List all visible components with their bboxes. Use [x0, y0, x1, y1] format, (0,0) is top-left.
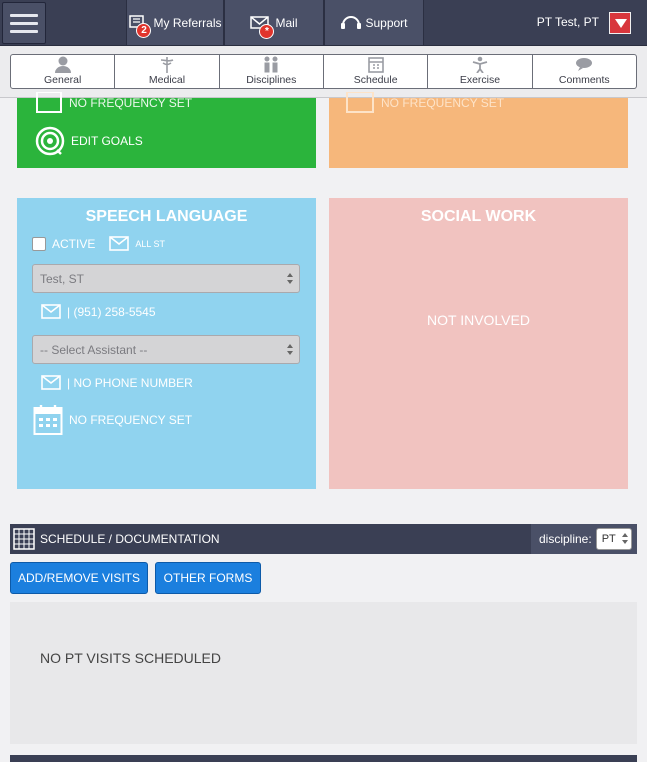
discipline-label: discipline:: [539, 532, 592, 546]
assistant-phone-row: | NO PHONE NUMBER: [41, 375, 193, 390]
mail-label: Mail: [275, 15, 298, 30]
edit-goals-label: EDIT GOALS: [71, 134, 143, 148]
next-section-header: [10, 755, 637, 762]
headset-icon: [340, 14, 362, 32]
my-referrals-button[interactable]: 2 My Referrals: [126, 0, 224, 45]
tab-label: Exercise: [459, 74, 501, 86]
schedule-title: SCHEDULE / DOCUMENTATION: [40, 532, 220, 546]
hamburger-line: [10, 13, 38, 17]
calendar-icon: [36, 92, 62, 113]
tab-label: Medical: [148, 74, 186, 86]
discipline-value: PT: [601, 533, 616, 545]
patient-tabstrip: General Medical Disciplines Schedule Exe…: [0, 46, 647, 98]
mail-icon[interactable]: [41, 304, 61, 319]
assistant-select[interactable]: -- Select Assistant --: [32, 335, 300, 364]
referrals-badge: 2: [136, 22, 152, 38]
mail-button[interactable]: * Mail: [224, 0, 324, 45]
mail-badge: *: [259, 23, 275, 39]
calendar-icon: [33, 405, 63, 435]
support-button[interactable]: Support: [324, 0, 424, 45]
hamburger-line: [10, 29, 38, 33]
speech-language-card: SPEECH LANGUAGE ACTIVE ALL ST Test, ST |…: [17, 198, 316, 489]
schedule-grid-icon: [13, 528, 35, 550]
assistant-phone: | NO PHONE NUMBER: [67, 375, 193, 390]
frequency-text: NO FREQUENCY SET: [69, 413, 193, 427]
patient-tabs: General Medical Disciplines Schedule Exe…: [10, 54, 637, 89]
tab-general[interactable]: General: [11, 55, 116, 88]
user-menu-dropdown-icon[interactable]: [609, 12, 631, 34]
people-icon: [264, 56, 278, 73]
tab-schedule[interactable]: Schedule: [324, 55, 429, 88]
frequency-row: NO FREQUENCY SET: [33, 404, 192, 436]
discipline-card-orange: NO FREQUENCY SET: [329, 92, 628, 168]
support-label: Support: [365, 15, 408, 30]
top-navbar: 2 My Referrals * Mail Support PT Test, P…: [0, 0, 647, 46]
therapist-select-value: Test, ST: [40, 272, 85, 286]
referrals-icon: 2: [128, 14, 152, 38]
exercise-icon: [472, 56, 488, 73]
active-label: ACTIVE: [52, 236, 96, 251]
select-arrows-holder: [621, 529, 631, 549]
select-arrows-icon: [287, 344, 293, 356]
tab-label: Schedule: [353, 74, 398, 86]
other-forms-button[interactable]: OTHER FORMS: [155, 562, 261, 594]
therapist-phone-row: | (951) 258-5545: [41, 304, 156, 319]
tab-label: Disciplines: [246, 74, 297, 86]
active-checkbox[interactable]: [32, 236, 46, 251]
tab-label: Comments: [558, 74, 610, 86]
card-title: SOCIAL WORK: [420, 208, 537, 225]
social-work-card: SOCIAL WORK NOT INVOLVED: [329, 198, 628, 489]
my-referrals-label: My Referrals: [153, 15, 222, 30]
therapist-select[interactable]: Test, ST: [32, 264, 300, 293]
user-name[interactable]: PT Test, PT: [537, 15, 599, 29]
tab-label: General: [43, 74, 82, 86]
comment-icon: [576, 58, 593, 71]
target-icon: [35, 126, 65, 156]
menu-button[interactable]: [2, 2, 46, 44]
caduceus-icon: [160, 57, 174, 73]
active-row: ACTIVE ALL ST: [32, 236, 165, 251]
page: 2 My Referrals * Mail Support PT Test, P…: [0, 0, 647, 762]
edit-goals-link[interactable]: EDIT GOALS: [35, 126, 143, 156]
therapist-phone: | (951) 258-5545: [67, 304, 156, 319]
hamburger-line: [10, 21, 38, 25]
mail-icon[interactable]: [41, 375, 61, 390]
mail-icon[interactable]: [109, 236, 130, 251]
frequency-row: NO FREQUENCY SET: [35, 92, 192, 114]
tab-comments[interactable]: Comments: [533, 55, 636, 88]
card-title: SPEECH LANGUAGE: [85, 208, 248, 225]
person-icon: [54, 56, 71, 73]
discipline-card-green: NO FREQUENCY SET EDIT GOALS: [17, 92, 316, 168]
mail-icon: *: [250, 14, 275, 39]
assistant-select-value: -- Select Assistant --: [40, 343, 148, 357]
discipline-filter: discipline: PT: [531, 524, 637, 554]
frequency-row: NO FREQUENCY SET: [345, 92, 504, 114]
mail-all-label[interactable]: ALL ST: [135, 239, 165, 249]
select-arrows-icon: [287, 273, 293, 285]
calendar-icon: [346, 92, 374, 113]
frequency-text: NO FREQUENCY SET: [381, 96, 505, 110]
discipline-select[interactable]: PT: [595, 528, 632, 550]
empty-schedule-message: NO PT VISITS SCHEDULED: [40, 650, 222, 666]
tab-disciplines[interactable]: Disciplines: [220, 55, 324, 88]
add-remove-visits-button[interactable]: ADD/REMOVE VISITS: [10, 562, 148, 594]
tab-exercise[interactable]: Exercise: [428, 55, 533, 88]
select-arrows-icon: [621, 533, 628, 545]
calendar-icon: [367, 57, 384, 73]
schedule-header: SCHEDULE / DOCUMENTATION discipline: PT: [10, 524, 637, 554]
schedule-body: NO PT VISITS SCHEDULED: [10, 602, 637, 744]
frequency-text: NO FREQUENCY SET: [69, 96, 193, 110]
involvement-status: NOT INVOLVED: [427, 312, 530, 328]
tab-medical[interactable]: Medical: [115, 55, 220, 88]
